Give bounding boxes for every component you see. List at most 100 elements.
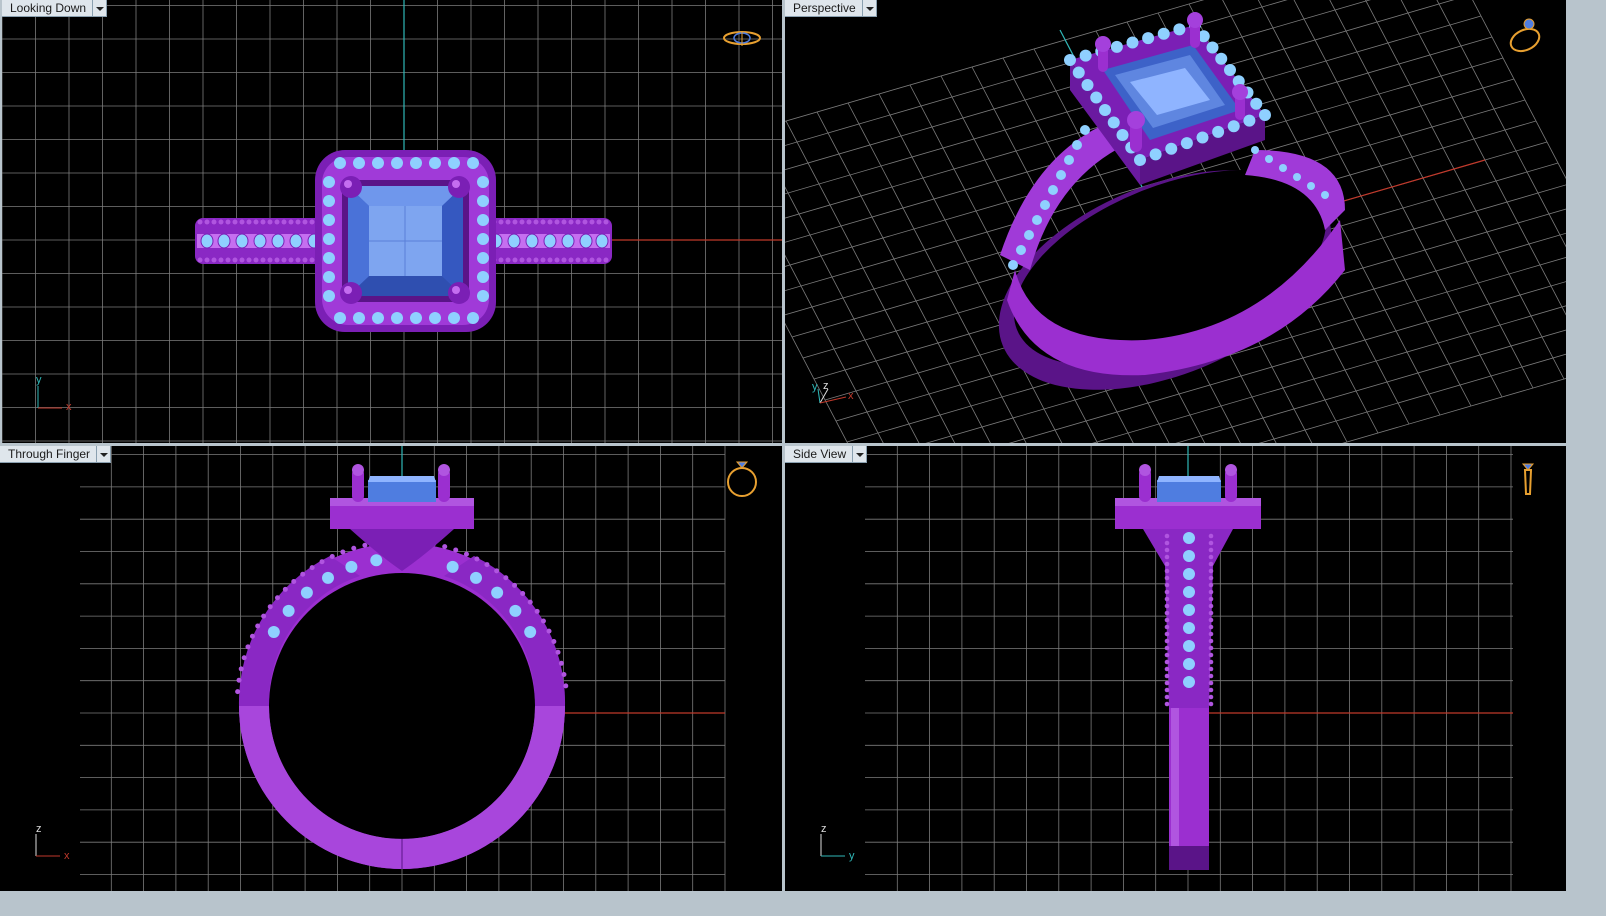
milgrain-bead (1208, 701, 1214, 707)
axis-h-label: y (849, 850, 855, 862)
milgrain-bead (1208, 568, 1214, 574)
milgrain-bead (245, 644, 251, 650)
ring-front-icon[interactable] (720, 454, 764, 498)
ring-side-icon[interactable] (1507, 456, 1551, 500)
halo-stone (323, 214, 335, 226)
milgrain-bead (558, 660, 564, 666)
side-stone (345, 560, 358, 573)
halo-stone (477, 271, 489, 283)
milgrain-bead (211, 219, 217, 225)
ring-perspective-icon[interactable] (1505, 14, 1549, 58)
milgrain-bead (1208, 645, 1214, 651)
milgrain-bead (442, 544, 448, 550)
milgrain-bead (295, 257, 301, 263)
viewport-perspective[interactable]: Perspective y z x (785, 0, 1566, 443)
milgrain-bead (453, 547, 459, 553)
viewport-tab[interactable]: Perspective (785, 0, 877, 17)
milgrain-bead (1164, 694, 1170, 700)
milgrain-bead (238, 666, 244, 672)
side-stone (524, 626, 537, 638)
chevron-down-icon[interactable] (853, 446, 868, 463)
through-finger-scene (80, 446, 726, 891)
milgrain-bead (281, 219, 287, 225)
milgrain-bead (596, 219, 602, 225)
halo-stone (323, 195, 335, 207)
milgrain-bead (1208, 680, 1214, 686)
side-stone (1016, 245, 1026, 255)
axis-h-label: x (848, 390, 854, 402)
shank-stone (561, 233, 575, 249)
halo-stone (1134, 154, 1146, 166)
milgrain-bead (555, 649, 561, 655)
shank-stone (217, 233, 231, 249)
milgrain-bead (1164, 575, 1170, 581)
side-stone (1064, 155, 1074, 165)
milgrain-bead (249, 633, 255, 639)
chevron-down-icon[interactable] (93, 0, 108, 17)
halo-stone (1149, 148, 1162, 161)
halo-stone (1126, 36, 1139, 49)
viewport-side-view[interactable]: Side View z y (785, 446, 1566, 891)
milgrain-bead (246, 219, 252, 225)
milgrain-bead (1164, 568, 1170, 574)
axis-indicator: y x (32, 370, 82, 420)
viewport-tab[interactable]: Looking Down (2, 0, 108, 17)
shank-stone (271, 233, 285, 249)
milgrain-bead (1164, 659, 1170, 665)
milgrain-bead (309, 257, 315, 263)
milgrain-bead (568, 219, 574, 225)
viewport-label[interactable]: Looking Down (2, 0, 94, 17)
milgrain-bead (561, 672, 567, 678)
milgrain-bead (505, 257, 511, 263)
milgrain-bead (589, 257, 595, 263)
halo-stone (477, 176, 489, 188)
milgrain-bead (1208, 631, 1214, 637)
halo-stone (1142, 32, 1155, 45)
side-stone (1056, 170, 1066, 180)
chevron-down-icon[interactable] (862, 0, 877, 17)
side-stone (1183, 676, 1195, 688)
grid-line (1342, 378, 1566, 443)
milgrain-bead (1164, 589, 1170, 595)
viewport-label[interactable]: Through Finger (0, 446, 98, 463)
milgrain-bead (534, 608, 540, 614)
milgrain-bead (1208, 687, 1214, 693)
axis-indicator: z x (30, 818, 80, 868)
viewport-looking-down[interactable]: Looking Down y x (2, 0, 782, 443)
milgrain-bead (1208, 589, 1214, 595)
side-stone (491, 586, 504, 599)
milgrain-bead (225, 257, 231, 263)
milgrain-bead (267, 257, 273, 263)
viewport-tab[interactable]: Side View (785, 446, 868, 463)
viewport-label[interactable]: Side View (785, 446, 854, 463)
side-stone (1032, 215, 1042, 225)
milgrain-bead (1164, 596, 1170, 602)
milgrain-bead (554, 219, 560, 225)
viewport-through-finger[interactable]: Through Finger z x (0, 446, 782, 891)
axis-v-label: y (36, 374, 42, 386)
halo-stone (372, 157, 384, 169)
milgrain-bead (281, 257, 287, 263)
milgrain-bead (533, 219, 539, 225)
side-view-scene (865, 446, 1513, 891)
halo-stone (477, 233, 489, 245)
side-stone (1024, 230, 1034, 240)
viewport-tab[interactable]: Through Finger (0, 446, 112, 463)
viewport-label[interactable]: Perspective (785, 0, 863, 17)
milgrain-bead (520, 590, 526, 596)
side-stone (1072, 140, 1082, 150)
milgrain-bead (1208, 624, 1214, 630)
milgrain-bead (1164, 610, 1170, 616)
milgrain-bead (239, 219, 245, 225)
axis-v-label: z (36, 823, 42, 835)
milgrain-bead (267, 604, 273, 610)
ring-top-icon[interactable] (720, 18, 764, 62)
chevron-down-icon[interactable] (97, 446, 112, 463)
milgrain-bead (494, 568, 500, 574)
side-stone (470, 571, 482, 584)
side-stone (1183, 550, 1195, 562)
halo-stone (477, 252, 489, 264)
milgrain-bead (1164, 645, 1170, 651)
milgrain-bead (519, 257, 525, 263)
halo-stone (1072, 66, 1085, 79)
